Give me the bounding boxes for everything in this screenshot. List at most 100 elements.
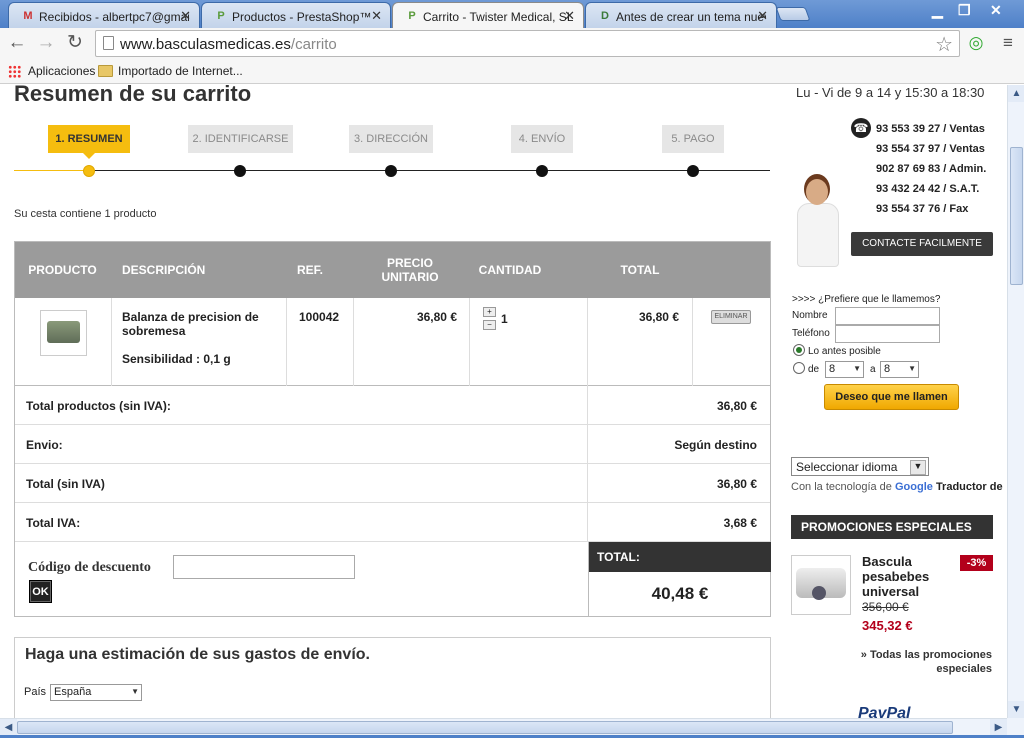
cart-table: PRODUCTO DESCRIPCIÓN REF. PRECIO UNITARI… (14, 241, 771, 617)
scroll-right-icon[interactable]: ▶ (990, 719, 1007, 736)
address-bar[interactable]: www.basculasmedicas.es/carrito ☆ (95, 30, 960, 57)
country-select[interactable]: España (50, 684, 142, 701)
name-input[interactable] (835, 307, 940, 325)
promo-old-price: 356,00 € (862, 600, 909, 614)
quantity-minus-button[interactable]: − (483, 320, 496, 330)
contact-button[interactable]: CONTACTE FACILMENTE (851, 232, 993, 256)
progress-dot-5 (687, 165, 699, 177)
reload-icon[interactable]: ↻ (64, 32, 86, 54)
phone-label: Ventas (949, 123, 985, 135)
progress-dot-3 (385, 165, 397, 177)
promo-product-image[interactable] (791, 555, 851, 615)
tab-prestashop-products[interactable]: P Productos - PrestaShop™ ✕ (201, 2, 391, 28)
google-logo[interactable]: Google (895, 481, 933, 493)
scroll-left-icon[interactable]: ◀ (0, 719, 17, 736)
promo-product-name[interactable]: Bascula pesabebes universal (862, 554, 954, 599)
prestashop-icon: P (408, 10, 416, 22)
url-text[interactable]: www.basculasmedicas.es/carrito (120, 36, 337, 53)
bookmark-imported[interactable]: Importado de Internet... (98, 64, 243, 78)
product-thumbnail[interactable] (40, 310, 87, 356)
vertical-scroll-thumb[interactable] (1010, 147, 1023, 285)
tab-title: Recibidos - albertpc7@gmail (39, 10, 189, 24)
total-cell: 36,80 € (588, 298, 693, 386)
discount-input[interactable] (173, 555, 355, 579)
back-icon[interactable]: ← (6, 32, 28, 54)
discount-ok-button[interactable]: OK (29, 580, 52, 603)
country-value: España (54, 686, 92, 698)
url-host: www.basculasmedicas.es (120, 36, 291, 53)
bookmark-star-icon[interactable]: ☆ (935, 32, 953, 57)
horizontal-scroll-thumb[interactable] (17, 721, 953, 734)
phone-number: 93 432 24 42 (876, 183, 941, 195)
product-cell (15, 298, 112, 386)
total-label: Total IVA: (26, 516, 81, 530)
col-ref: REF. (296, 263, 323, 277)
quantity-plus-button[interactable]: + (483, 307, 496, 317)
close-tab-icon[interactable]: ✕ (757, 8, 768, 24)
tab-antes-de-crear[interactable]: D Antes de crear un tema nuev ✕ (585, 2, 777, 28)
call-me-button[interactable]: Deseo que me llamen (824, 384, 959, 410)
shipping-estimate-title: Haga una estimación de sus gastos de env… (25, 646, 370, 663)
browser-toolbar: ← → ↻ www.basculasmedicas.es/carrito ☆ ◎… (0, 28, 1024, 60)
step-pago[interactable]: 5. PAGO (662, 125, 724, 153)
to-label: a (870, 364, 876, 375)
step-resumen: 1. RESUMEN (48, 125, 130, 159)
apps-grid-icon (8, 65, 21, 78)
tab-title: Antes de crear un tema nuev (616, 10, 766, 24)
total-label: Envio: (26, 438, 63, 452)
forward-icon[interactable]: → (35, 32, 57, 54)
phone-line: 93 554 37 97 / Ventas (876, 143, 985, 155)
product-ref: 100042 (299, 310, 340, 324)
promo-title: PROMOCIONES ESPECIALES (791, 515, 993, 539)
asap-label: Lo antes posible (808, 346, 881, 357)
vertical-scrollbar[interactable]: ▲ ▼ (1007, 85, 1024, 718)
phone-line: 902 87 69 83 / Admin. (876, 163, 987, 175)
tab-title: Carrito - Twister Medical, SL (423, 10, 573, 24)
close-tab-icon[interactable]: ✕ (564, 8, 575, 24)
page-title: Resumen de su carrito (14, 85, 252, 106)
total-label: Total (sin IVA) (26, 477, 105, 491)
close-window-icon[interactable]: ✕ (990, 2, 1002, 19)
description-cell: Balanza de precision de sobremesa Sensib… (112, 298, 287, 386)
phone-label: Fax (949, 203, 969, 215)
step-direccion[interactable]: 3. DIRECCIÓN (349, 125, 433, 153)
phone-number: 93 554 37 76 (876, 203, 941, 215)
bookmark-apps[interactable]: Aplicaciones (8, 64, 95, 78)
close-tab-icon[interactable]: ✕ (371, 8, 382, 24)
restore-icon[interactable]: ❐ (958, 2, 971, 19)
phone-icon: ☎ (851, 118, 871, 138)
bookmarks-bar: Aplicaciones Importado de Internet... (0, 60, 1024, 84)
col-producto: PRODUCTO (28, 263, 97, 277)
progress-done (14, 170, 89, 171)
close-tab-icon[interactable]: ✕ (180, 8, 191, 24)
document-icon: D (601, 10, 609, 22)
total-value: Según destino (674, 438, 757, 452)
quantity-value[interactable]: 1 (501, 312, 508, 326)
scroll-down-icon[interactable]: ▼ (1008, 701, 1024, 718)
horizontal-scrollbar[interactable]: ◀ ▶ (0, 718, 1007, 736)
time-range-radio[interactable] (793, 362, 805, 374)
from-hour-select[interactable]: 8 (825, 361, 864, 378)
total-value: 3,68 € (723, 516, 757, 530)
minimize-icon[interactable]: ▁ (932, 2, 943, 19)
menu-icon[interactable]: ≡ (997, 32, 1019, 54)
total-value: 36,80 € (716, 399, 757, 413)
product-name[interactable]: Balanza de precision de sobremesa (122, 310, 276, 338)
phone-input[interactable] (835, 325, 940, 343)
to-hour-select[interactable]: 8 (880, 361, 919, 378)
tab-gmail[interactable]: M Recibidos - albertpc7@gmail ✕ (8, 2, 200, 28)
remove-button[interactable]: ELIMINAR (711, 310, 751, 324)
language-select[interactable]: Seleccionar idioma (791, 457, 929, 476)
url-path: /carrito (290, 36, 337, 53)
tab-carrito[interactable]: P Carrito - Twister Medical, SL ✕ (392, 2, 584, 28)
extension-icon[interactable]: ◎ (965, 32, 987, 54)
total-row: Total (sin IVA) 36,80 € (15, 464, 770, 503)
asap-radio[interactable] (793, 344, 805, 356)
all-promos-link[interactable]: » Todas las promociones especiales (840, 648, 992, 676)
scroll-up-icon[interactable]: ▲ (1008, 85, 1024, 102)
step-identificarse[interactable]: 2. IDENTIFICARSE (188, 125, 293, 153)
new-tab-button[interactable] (775, 7, 811, 21)
grand-total-label: TOTAL: (589, 542, 771, 572)
step-envio[interactable]: 4. ENVÍO (511, 125, 573, 153)
powered-by: Con la tecnología de Google Traductor de (791, 481, 1003, 493)
